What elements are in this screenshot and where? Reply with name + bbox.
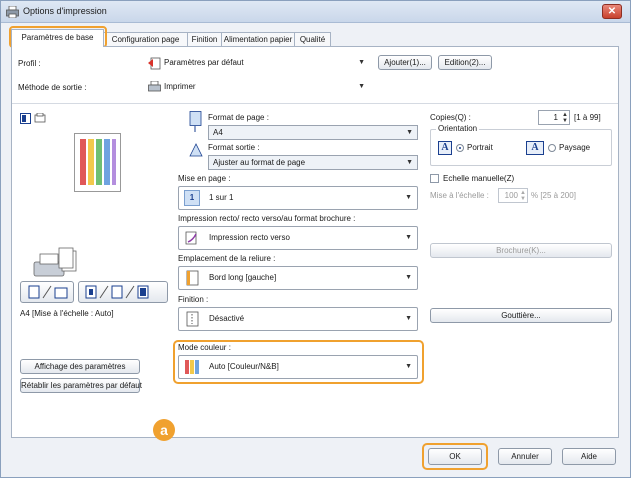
output-size-value: Ajuster au format de page [213,158,306,167]
output-size-select[interactable]: Ajuster au format de page ▼ [208,155,418,170]
scale-label: Mise à l'échelle : [430,191,489,200]
binding-label: Emplacement de la reliure : [178,254,276,263]
duplex-value: Impression recto verso [209,233,290,242]
brochure-button[interactable]: Brochure(K)... [430,243,612,258]
chevron-down-icon: ▼ [405,194,412,201]
paper-stack-icon [58,247,77,272]
cancel-button[interactable]: Annuler [498,448,552,465]
output-method-value: Imprimer [164,82,196,91]
manual-scaling-checkbox[interactable] [430,174,439,183]
page-layout-icon: 1 [184,190,200,206]
restore-defaults-button[interactable]: Rétablir les paramètres par défaut [20,378,142,393]
orientation-label: Orientation [436,124,480,133]
page-size-select[interactable]: A4 ▼ [208,125,418,140]
profile-label: Profil : [18,59,41,68]
copies-label: Copies(Q) : [430,113,471,122]
close-icon: ✕ [607,6,617,17]
help-button[interactable]: Aide [562,448,616,465]
preview-mode-icons[interactable] [20,113,52,125]
callout-badge-a: a [153,419,175,441]
duplex-select[interactable]: Impression recto verso ▼ [178,226,418,250]
gutter-button[interactable]: Gouttière... [430,308,612,323]
ok-button-highlight [422,443,488,470]
profile-icon [148,57,161,70]
finishing-select[interactable]: Désactivé ▼ [178,307,418,331]
print-options-window: Options d'impression ✕ Paramètres de bas… [0,0,631,478]
separator [12,103,618,104]
landscape-label[interactable]: Paysage [559,143,590,152]
scale-stepper[interactable]: 100 ▲ ▼ [498,188,528,203]
output-size-icon [189,143,203,157]
tab-finishing[interactable]: Finition [187,32,222,47]
portrait-radio[interactable] [456,144,464,152]
chevron-down-icon: ▼ [405,274,412,281]
close-button[interactable]: ✕ [602,4,622,19]
page-size-value: A4 [213,128,223,137]
binding-value: Bord long [gauche] [209,273,277,282]
tab-page-setup[interactable]: Configuration page [103,32,188,47]
duplex-icon [185,231,197,245]
spinner-icon: ▲ ▼ [562,112,568,124]
chevron-down-icon: ▼ [405,234,412,241]
portrait-icon: A [438,141,452,155]
output-size-label: Format sortie : [208,143,260,152]
chevron-down-icon: ▼ [406,129,413,136]
orientation-preview-button-1[interactable] [20,281,74,303]
landscape-radio[interactable] [548,144,556,152]
copies-stepper[interactable]: 1 ▲ ▼ [538,110,570,125]
printer-icon [148,81,161,92]
landscape-icon: A [526,141,544,155]
title-bar: Options d'impression ✕ [1,1,630,23]
chevron-down-icon: ▼ [406,159,413,166]
manual-scaling-label[interactable]: Echelle manuelle(Z) [443,174,514,183]
show-settings-button[interactable]: Affichage des paramètres [20,359,140,374]
tab-paper-source[interactable]: Alimentation papier [221,32,295,47]
layout-preview-icon [85,285,149,299]
chevron-down-icon: ▼ [405,315,412,322]
profile-value: Paramètres par défaut [164,58,244,67]
edit-profile-button[interactable]: Edition(2)... [438,55,492,70]
orientation-preview-button-2[interactable] [78,281,168,303]
preview-caption: A4 [Mise à l'échelle : Auto] [20,309,114,318]
page-size-icon [189,111,202,132]
duplex-label: Impression recto/ recto verso/au format … [178,214,356,223]
page-preview-image [74,133,121,192]
window-title: Options d'impression [23,6,107,16]
chevron-down-icon: ▼ [358,83,365,90]
binding-icon [186,270,199,286]
portrait-label[interactable]: Portrait [467,143,493,152]
page-layout-value: 1 sur 1 [209,193,234,202]
binding-select[interactable]: Bord long [gauche] ▼ [178,266,418,290]
finishing-value: Désactivé [209,314,245,323]
tab-basic-settings[interactable]: Paramètres de base [11,29,104,47]
basic-settings-panel: Profil : Paramètres par défaut ▼ Ajouter… [11,46,619,438]
profile-select[interactable]: Paramètres par défaut ▼ [146,56,369,71]
output-method-label: Méthode de sortie : [18,83,87,92]
scale-range: % [25 à 200] [531,191,576,200]
chevron-down-icon: ▼ [358,59,365,66]
color-mode-highlight [173,340,424,384]
page-size-label: Format de page : [208,113,269,122]
printer-icon [6,6,19,18]
scale-value: 100 [504,191,518,200]
finishing-label: Finition : [178,295,209,304]
finishing-icon [186,311,199,327]
orientation-preview-icon [28,285,68,299]
page-layout-label: Mise en page : [178,174,231,183]
copies-range: [1 à 99] [574,113,601,122]
output-method-select[interactable]: Imprimer ▼ [146,80,369,95]
copies-value: 1 [553,113,558,122]
tab-quality[interactable]: Qualité [294,32,331,47]
spinner-icon: ▲ ▼ [520,190,526,202]
page-layout-select[interactable]: 1 1 sur 1 ▼ [178,186,418,210]
add-profile-button[interactable]: Ajouter(1)... [378,55,432,70]
